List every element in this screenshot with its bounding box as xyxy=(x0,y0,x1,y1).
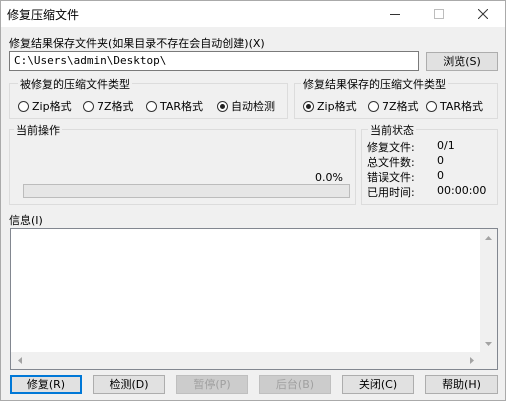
title-bar[interactable]: 修复压缩文件 xyxy=(1,1,505,27)
info-textarea[interactable] xyxy=(10,228,498,370)
minimize-icon xyxy=(390,14,400,15)
output-path-input[interactable]: C:\Users\admin\Desktop\ xyxy=(9,51,419,71)
status-label: 修复文件: xyxy=(367,141,415,154)
result-radio-tar-label: TAR格式 xyxy=(440,100,484,113)
source-radio-auto[interactable]: 自动检测 xyxy=(217,98,275,114)
scroll-down-icon[interactable] xyxy=(480,335,497,352)
status-value: 0 xyxy=(437,154,444,167)
source-radio-7z-label: 7Z格式 xyxy=(97,100,134,113)
radio-circle xyxy=(83,100,94,112)
status-row-errors: 错误文件: 0 xyxy=(367,169,444,185)
source-radio-zip-label: Zip格式 xyxy=(32,100,72,113)
result-radio-zip[interactable]: Zip格式 xyxy=(303,98,357,114)
scroll-left-icon[interactable] xyxy=(11,352,28,369)
result-radio-tar[interactable]: TAR格式 xyxy=(426,98,483,114)
close-button[interactable]: 关闭(C) xyxy=(342,375,414,394)
status-row-total: 总文件数: 0 xyxy=(367,154,444,170)
repair-button[interactable]: 修复(R) xyxy=(10,375,82,394)
progress-bar xyxy=(23,184,350,198)
current-status-title: 当前状态 xyxy=(368,122,416,138)
status-label: 错误文件: xyxy=(367,171,415,184)
result-radio-7z-label: 7Z格式 xyxy=(382,100,419,113)
source-type-group: 被修复的压缩文件类型 Zip格式 7Z格式 TAR格式 自动检测 xyxy=(9,76,288,119)
browse-button[interactable]: 浏览(S) xyxy=(426,52,498,71)
radio-circle-selected xyxy=(303,100,314,112)
status-label: 总文件数: xyxy=(367,156,415,169)
radio-circle xyxy=(426,100,437,112)
radio-circle xyxy=(146,100,157,112)
result-radio-zip-label: Zip格式 xyxy=(317,100,357,113)
info-label: 信息(I) xyxy=(9,214,43,227)
source-radio-zip[interactable]: Zip格式 xyxy=(18,98,72,114)
status-row-elapsed: 已用时间: 00:00:00 xyxy=(367,184,486,200)
close-icon xyxy=(478,9,488,19)
background-button[interactable]: 后台(B) xyxy=(259,375,331,394)
horizontal-scrollbar[interactable] xyxy=(11,352,480,369)
result-type-title: 修复结果保存的压缩文件类型 xyxy=(301,76,448,92)
source-radio-tar[interactable]: TAR格式 xyxy=(146,98,203,114)
source-radio-tar-label: TAR格式 xyxy=(160,100,204,113)
status-value: 00:00:00 xyxy=(437,184,487,197)
scrollbar-corner xyxy=(480,352,497,369)
vertical-scrollbar[interactable] xyxy=(480,229,497,352)
maximize-button xyxy=(417,1,461,27)
status-value: 0 xyxy=(437,169,444,182)
radio-circle xyxy=(368,100,379,112)
pause-button[interactable]: 暂停(P) xyxy=(176,375,248,394)
detect-button[interactable]: 检测(D) xyxy=(93,375,165,394)
status-label: 已用时间: xyxy=(367,186,415,199)
status-row-repaired: 修复文件: 0/1 xyxy=(367,139,455,155)
minimize-button[interactable] xyxy=(373,1,417,27)
radio-circle-selected xyxy=(217,100,228,112)
source-radio-7z[interactable]: 7Z格式 xyxy=(83,98,134,114)
output-folder-label: 修复结果保存文件夹(如果目录不存在会自动创建)(X) xyxy=(9,37,265,50)
scroll-up-icon[interactable] xyxy=(480,229,497,246)
maximize-icon xyxy=(434,9,444,19)
result-radio-7z[interactable]: 7Z格式 xyxy=(368,98,419,114)
current-operation-title: 当前操作 xyxy=(14,122,62,138)
source-radio-auto-label: 自动检测 xyxy=(231,100,275,113)
result-type-group: 修复结果保存的压缩文件类型 Zip格式 7Z格式 TAR格式 xyxy=(294,76,498,119)
status-value: 0/1 xyxy=(437,139,455,152)
source-type-title: 被修复的压缩文件类型 xyxy=(18,76,132,92)
progress-percent: 0.0% xyxy=(315,171,343,184)
help-button[interactable]: 帮助(H) xyxy=(425,375,498,394)
radio-circle xyxy=(18,100,29,112)
repair-dialog-window: 修复压缩文件 修复结果保存文件夹(如果目录不存在会自动创建)(X) C:\Use… xyxy=(0,0,506,401)
window-title: 修复压缩文件 xyxy=(7,8,80,22)
scroll-right-icon[interactable] xyxy=(463,352,480,369)
close-window-button[interactable] xyxy=(461,1,505,27)
